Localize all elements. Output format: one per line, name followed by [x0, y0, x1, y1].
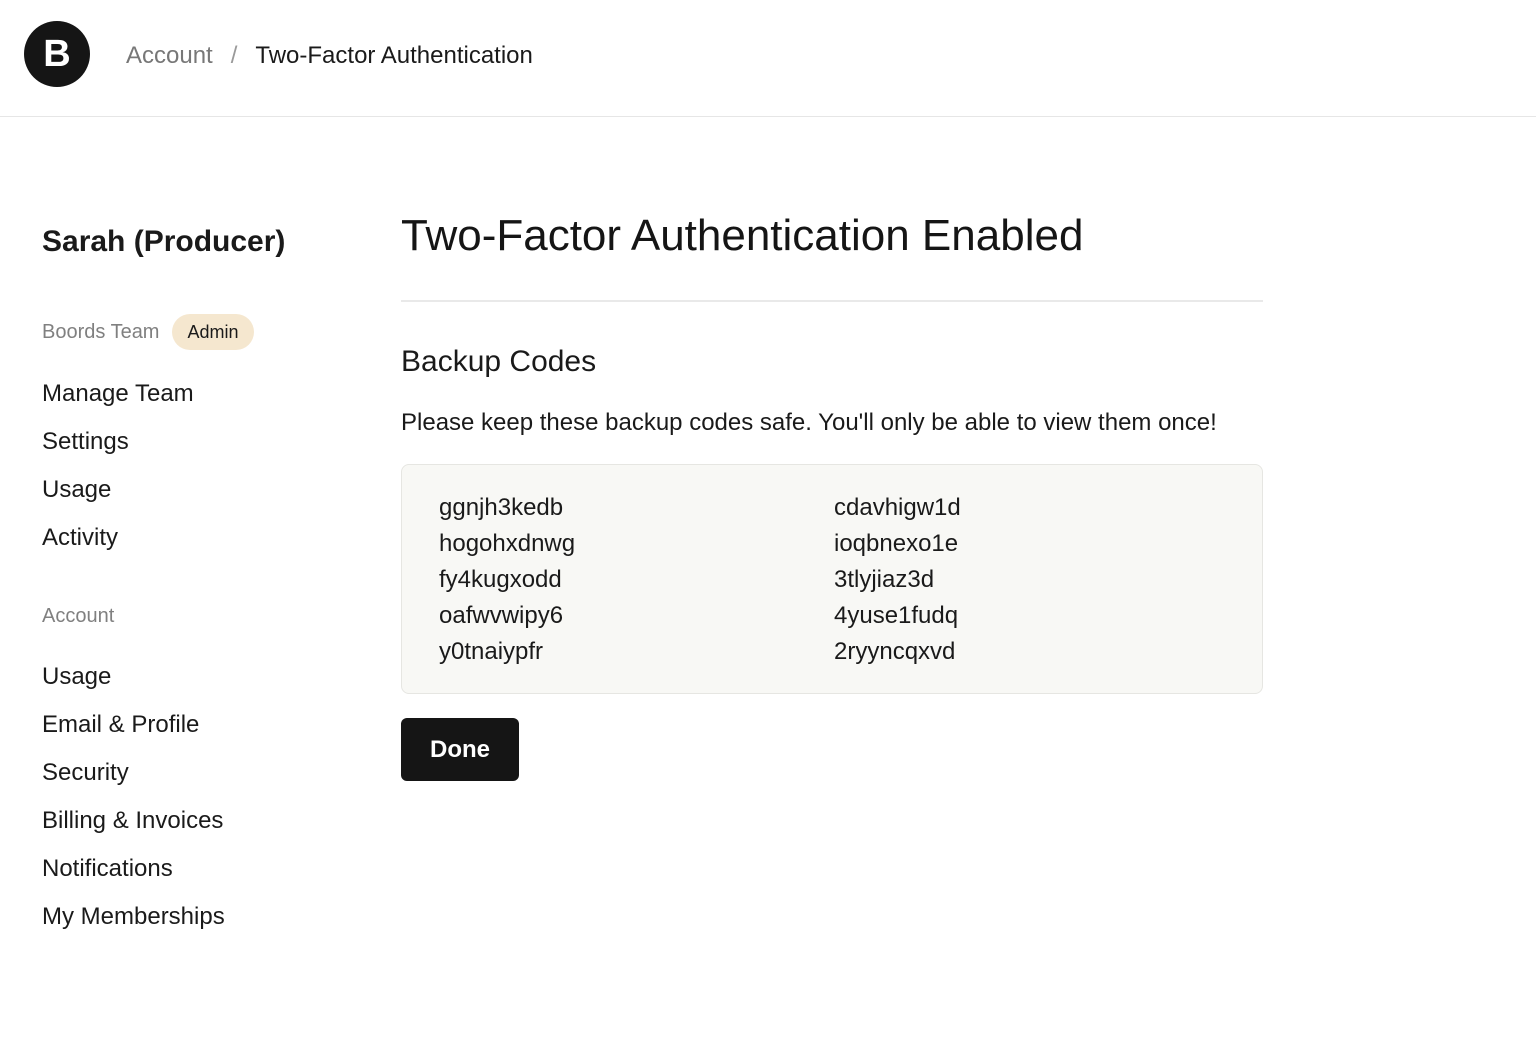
backup-code: ioqbnexo1e	[834, 530, 959, 557]
sidebar-item-activity[interactable]: Activity	[42, 514, 194, 562]
account-nav: Usage Email & Profile Security Billing &…	[42, 653, 225, 941]
backup-code: ggnjh3kedb	[439, 494, 564, 521]
breadcrumb-separator: /	[230, 42, 238, 69]
title-divider	[401, 300, 1263, 302]
backup-code: hogohxdnwg	[439, 530, 576, 557]
backup-code: y0tnaiypfr	[439, 638, 544, 665]
backup-code: 2ryyncqxvd	[834, 638, 956, 665]
sidebar-item-email-profile[interactable]: Email & Profile	[42, 701, 225, 749]
backup-code: cdavhigw1d	[834, 494, 961, 521]
sidebar-item-team-usage[interactable]: Usage	[42, 466, 194, 514]
backup-codes-heading: Backup Codes	[401, 345, 597, 378]
team-label: Boords Team	[42, 320, 160, 343]
backup-code: 3tlyjiaz3d	[834, 566, 935, 593]
sidebar-item-security[interactable]: Security	[42, 749, 225, 797]
breadcrumb-account-link[interactable]: Account	[126, 42, 213, 69]
boords-logo-icon[interactable]: B	[24, 21, 90, 87]
sidebar-item-manage-team[interactable]: Manage Team	[42, 370, 194, 418]
sidebar-item-billing-invoices[interactable]: Billing & Invoices	[42, 797, 225, 845]
main-content: Two-Factor Authentication Enabled Backup…	[401, 205, 1263, 781]
user-name: Sarah (Producer)	[42, 225, 286, 258]
backup-code: 4yuse1fudq	[834, 602, 959, 629]
sidebar-item-account-usage[interactable]: Usage	[42, 653, 225, 701]
done-button[interactable]: Done	[401, 718, 519, 781]
team-header: Boords Team Admin	[42, 314, 254, 350]
admin-badge: Admin	[172, 314, 254, 350]
sidebar-item-settings[interactable]: Settings	[42, 418, 194, 466]
sidebar: Sarah (Producer) Boords Team Admin Manag…	[42, 220, 342, 930]
top-bar: B Account / Two-Factor Authentication	[0, 0, 1536, 117]
breadcrumb: Account / Two-Factor Authentication	[126, 38, 533, 74]
backup-code: oafwvwipy6	[439, 602, 564, 629]
sidebar-item-my-memberships[interactable]: My Memberships	[42, 893, 225, 941]
team-nav: Manage Team Settings Usage Activity	[42, 370, 194, 562]
backup-codes-instructions: Please keep these backup codes safe. You…	[401, 409, 1217, 436]
account-label: Account	[42, 605, 115, 627]
sidebar-item-notifications[interactable]: Notifications	[42, 845, 225, 893]
page-title: Two-Factor Authentication Enabled	[401, 211, 1084, 260]
backup-code: fy4kugxodd	[439, 566, 562, 593]
breadcrumb-current: Two-Factor Authentication	[255, 42, 533, 69]
backup-codes-box: ggnjh3kedb cdavhigw1d hogohxdnwg ioqbnex…	[401, 464, 1263, 694]
